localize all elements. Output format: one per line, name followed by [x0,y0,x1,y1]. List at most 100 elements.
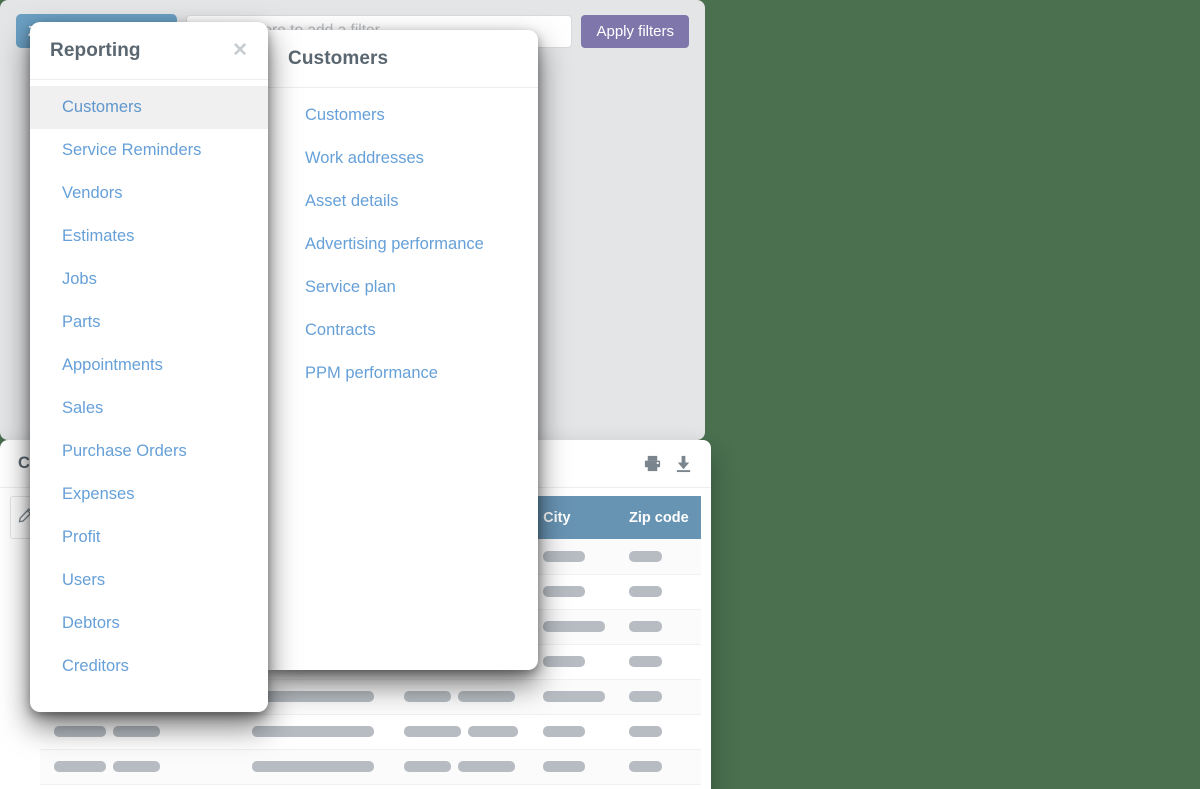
nav-item-label: Work addresses [305,149,424,168]
table-cell-city [529,714,615,749]
nav-item-label: Advertising performance [305,235,484,254]
table-cell-zip [615,644,701,679]
nav-item-customers[interactable]: Customers [268,94,538,137]
table-cell-zip [615,679,701,714]
placeholder-bar [543,586,585,597]
placeholder-bar [629,691,662,702]
table-row[interactable] [40,714,701,749]
placeholder-bar [252,761,374,772]
table-cell-zip [615,609,701,644]
placeholder-bar [404,691,451,702]
placeholder-bar [252,691,374,702]
sidebar-item-users[interactable]: Users [30,559,268,602]
sidebar-item-sales[interactable]: Sales [30,387,268,430]
table-cell-type [238,749,390,784]
nav-item-ppm-performance[interactable]: PPM performance [268,352,538,395]
table-cell-address [390,714,529,749]
table-cell-zip [615,539,701,574]
sidebar-item-profit[interactable]: Profit [30,516,268,559]
sidebar-item-customers[interactable]: Customers [30,86,268,129]
placeholder-bar [629,656,662,667]
table-cell-city [529,574,615,609]
sidebar-item-label: Sales [62,399,103,418]
nav-item-contracts[interactable]: Contracts [268,309,538,352]
placeholder-bar [543,621,605,632]
table-cell-type [238,714,390,749]
sidebar-item-creditors[interactable]: Creditors [30,645,268,688]
column-header-zip-code[interactable]: Zip code [615,496,701,539]
page-title: Reporting [50,40,141,62]
customers-nav-title: Customers [288,48,388,70]
placeholder-bar [629,586,662,597]
nav-item-label: Service plan [305,278,396,297]
placeholder-bar [54,761,106,772]
table-cell-zip [615,574,701,609]
sidebar-item-jobs[interactable]: Jobs [30,258,268,301]
placeholder-bar [543,656,585,667]
nav-item-service-plan[interactable]: Service plan [268,266,538,309]
sidebar-item-estimates[interactable]: Estimates [30,215,268,258]
sidebar-item-label: Parts [62,313,101,332]
sidebar-item-debtors[interactable]: Debtors [30,602,268,645]
table-toolbar [643,454,693,473]
sidebar-item-label: Appointments [62,356,163,375]
sidebar-item-label: Creditors [62,657,129,676]
placeholder-bar [543,551,585,562]
table-cell-name [40,714,238,749]
sidebar-item-vendors[interactable]: Vendors [30,172,268,215]
sidebar-item-label: Customers [62,98,142,117]
sidebar-item-label: Expenses [62,485,134,504]
reporting-panel: Reporting ✕ Customers Service Reminders … [30,22,268,712]
close-icon[interactable]: ✕ [232,41,248,60]
table-cell-zip [615,749,701,784]
placeholder-bar [458,761,515,772]
placeholder-bar [629,551,662,562]
sidebar-item-appointments[interactable]: Appointments [30,344,268,387]
screenshot-stage: Reporting ✕ Customers Service Reminders … [0,0,1200,789]
table-cell-zip [615,714,701,749]
placeholder-bar [543,691,605,702]
table-row[interactable] [40,749,701,784]
reporting-nav-list: Customers Service Reminders Vendors Esti… [30,80,268,694]
nav-item-label: Contracts [305,321,376,340]
nav-item-advertising-performance[interactable]: Advertising performance [268,223,538,266]
placeholder-bar [468,726,518,737]
placeholder-bar [543,726,585,737]
customers-nav-list: Customers Work addresses Asset details A… [268,88,538,401]
placeholder-bar [54,726,106,737]
sidebar-item-label: Purchase Orders [62,442,187,461]
customers-nav-panel: Customers Customers Work addresses Asset… [268,30,538,670]
reporting-panel-header: Reporting ✕ [30,22,268,80]
sidebar-item-label: Profit [62,528,101,547]
placeholder-bar [404,761,451,772]
print-icon[interactable] [643,454,662,473]
download-icon[interactable] [674,454,693,473]
nav-item-label: Asset details [305,192,399,211]
placeholder-bar [629,726,662,737]
sidebar-item-expenses[interactable]: Expenses [30,473,268,516]
sidebar-item-parts[interactable]: Parts [30,301,268,344]
nav-item-label: PPM performance [305,364,438,383]
table-cell-city [529,644,615,679]
placeholder-bar [252,726,374,737]
placeholder-bar [458,691,515,702]
sidebar-item-label: Vendors [62,184,123,203]
table-cell-city [529,749,615,784]
sidebar-item-purchase-orders[interactable]: Purchase Orders [30,430,268,473]
sidebar-item-service-reminders[interactable]: Service Reminders [30,129,268,172]
nav-item-label: Customers [305,106,385,125]
customers-nav-header: Customers [268,30,538,88]
column-header-city[interactable]: City [529,496,615,539]
table-cell-city [529,679,615,714]
placeholder-bar [404,726,461,737]
table-cell-name [40,749,238,784]
table-cell-city [529,609,615,644]
placeholder-bar [629,761,662,772]
sidebar-item-label: Jobs [62,270,97,289]
apply-filters-button[interactable]: Apply filters [581,15,689,48]
table-cell-address [390,749,529,784]
sidebar-item-label: Estimates [62,227,134,246]
table-cell-address [390,679,529,714]
nav-item-asset-details[interactable]: Asset details [268,180,538,223]
nav-item-work-addresses[interactable]: Work addresses [268,137,538,180]
